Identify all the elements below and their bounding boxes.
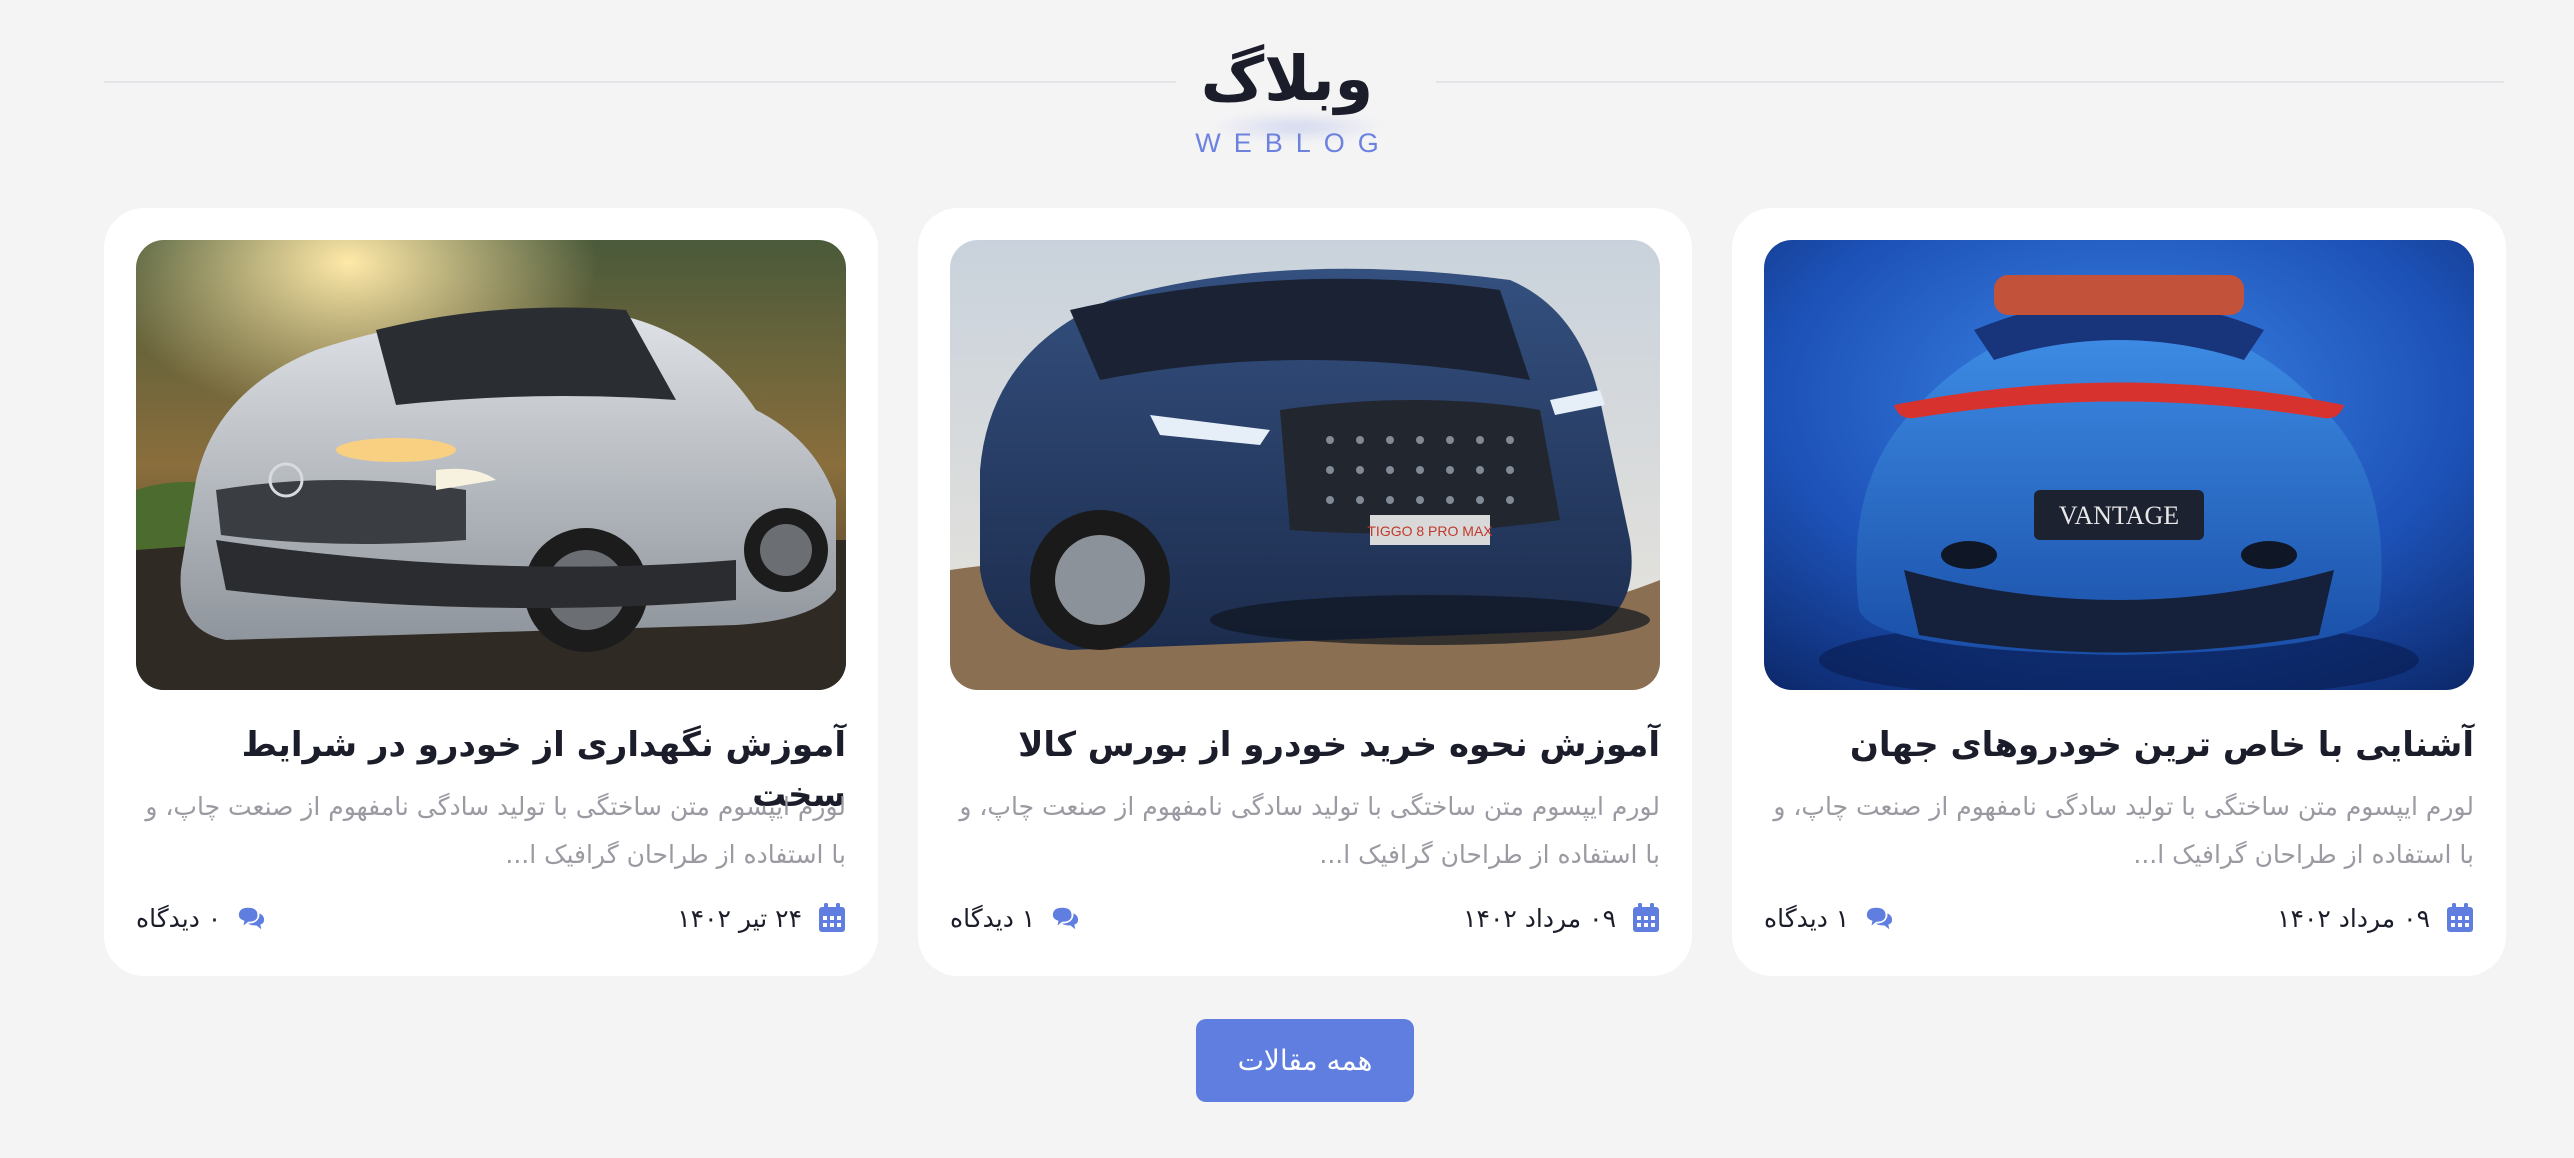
blog-card[interactable]: VANTAGE آشنایی با خاص ترین خودروهای جهان… — [1732, 208, 2506, 976]
section-subtitle: WEBLOG — [1195, 128, 1392, 158]
post-date-text: ۰۹ مرداد ۱۴۰۲ — [2277, 903, 2430, 933]
post-meta: ۰۹ مرداد ۱۴۰۲ ۱ دیدگاه — [1764, 898, 2474, 938]
post-meta: ۰۹ مرداد ۱۴۰۲ ۱ دیدگاه — [950, 898, 1660, 938]
post-date: ۰۹ مرداد ۱۴۰۲ — [2277, 903, 2474, 933]
calendar-icon — [1632, 903, 1660, 933]
post-thumbnail[interactable]: TIGGO 8 PRO MAX — [950, 240, 1660, 690]
post-excerpt: لورم ایپسوم متن ساختگی با تولید سادگی نا… — [145, 792, 846, 869]
post-comments[interactable]: ۰ دیدگاه — [136, 903, 265, 933]
blog-section: وبلاگ WEBLOG VANTAGE آشنایی با خاص ترین … — [0, 0, 2574, 1158]
post-title[interactable]: آموزش نحوه خرید خودرو از بورس کالا — [950, 720, 1660, 770]
comments-icon — [1865, 903, 1893, 933]
all-articles-button[interactable]: همه مقالات — [1196, 1019, 1414, 1102]
section-title: وبلاگ — [1200, 42, 1374, 115]
post-thumbnail[interactable] — [136, 240, 846, 690]
post-date-text: ۰۹ مرداد ۱۴۰۲ — [1463, 903, 1616, 933]
calendar-icon — [818, 903, 846, 933]
post-comments-text: ۱ دیدگاه — [1764, 903, 1850, 933]
svg-text:TIGGO 8 PRO MAX: TIGGO 8 PRO MAX — [1367, 523, 1493, 539]
comments-icon — [237, 903, 265, 933]
post-comments[interactable]: ۱ دیدگاه — [950, 903, 1079, 933]
calendar-icon — [2446, 903, 2474, 933]
post-date: ۲۴ تیر ۱۴۰۲ — [677, 903, 846, 933]
post-comments[interactable]: ۱ دیدگاه — [1764, 903, 1893, 933]
post-comments-text: ۱ دیدگاه — [950, 903, 1036, 933]
post-date-text: ۲۴ تیر ۱۴۰۲ — [677, 903, 802, 933]
svg-text:VANTAGE: VANTAGE — [2059, 501, 2179, 530]
post-meta: ۲۴ تیر ۱۴۰۲ ۰ دیدگاه — [136, 898, 846, 938]
post-excerpt: لورم ایپسوم متن ساختگی با تولید سادگی نا… — [959, 792, 1660, 869]
blog-card[interactable]: آموزش نگهداری از خودرو در شرایط سخت لورم… — [104, 208, 878, 976]
post-date: ۰۹ مرداد ۱۴۰۲ — [1463, 903, 1660, 933]
comments-icon — [1051, 903, 1079, 933]
post-excerpt: لورم ایپسوم متن ساختگی با تولید سادگی نا… — [1773, 792, 2474, 869]
blog-card[interactable]: TIGGO 8 PRO MAX آموزش نحوه خرید خودرو از… — [918, 208, 1692, 976]
post-thumbnail[interactable]: VANTAGE — [1764, 240, 2474, 690]
post-title[interactable]: آشنایی با خاص ترین خودروهای جهان — [1764, 720, 2474, 770]
post-comments-text: ۰ دیدگاه — [136, 903, 222, 933]
